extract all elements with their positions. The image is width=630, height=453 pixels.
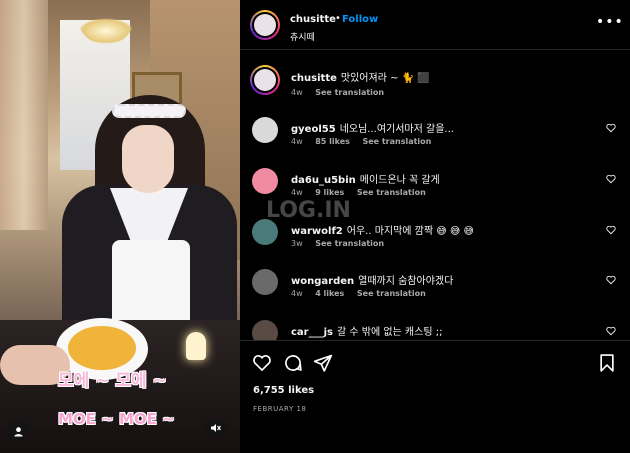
post-media[interactable]: 모에 ~ 모에 ~ MOE ~ MOE ~: [0, 0, 240, 453]
caption-time: 4w: [291, 88, 303, 97]
author-username[interactable]: chusitte: [290, 14, 336, 25]
watermark-logo: LOG.IN: [266, 198, 351, 223]
video-caption-english: MOE ~ MOE ~: [58, 410, 175, 428]
author-avatar[interactable]: [250, 10, 280, 40]
comment-text: 갈 수 밖에 없는 캐스팅 ;;: [337, 327, 443, 338]
follow-button[interactable]: Follow: [342, 14, 378, 25]
comment-icon[interactable]: [283, 353, 303, 373]
comment-username[interactable]: gyeol55: [291, 124, 336, 135]
heart-icon[interactable]: [252, 353, 272, 373]
comment-text: 열때까지 숨참아야겠다: [358, 276, 454, 287]
comment-username[interactable]: wongarden: [291, 276, 354, 287]
user-icon: [13, 426, 23, 437]
speaker-muted-icon: [211, 424, 221, 432]
video-caption-korean: 모에 ~ 모에 ~: [58, 371, 167, 391]
commenter-avatar[interactable]: [252, 117, 278, 143]
comment-username[interactable]: car___js: [291, 327, 333, 338]
heart-icon[interactable]: [606, 326, 616, 336]
comment-username[interactable]: da6u_u5bin: [291, 175, 356, 186]
comment-time: 4w: [291, 137, 303, 146]
share-icon[interactable]: [313, 353, 333, 373]
more-options-icon[interactable]: •••: [596, 14, 624, 30]
comment-time: 3w: [291, 239, 303, 248]
post-details-panel: chusitte • Follow 츄시떼 ••• chusitte 맛있어져라 …: [240, 0, 630, 453]
caption-see-translation[interactable]: See translation: [315, 88, 384, 97]
maid-headband: [112, 104, 186, 118]
comment-likes[interactable]: 4 likes: [315, 289, 344, 298]
separator-dot: •: [335, 13, 341, 24]
omelet: [68, 326, 136, 370]
comment-see-translation[interactable]: See translation: [362, 137, 431, 146]
comment-time: 4w: [291, 188, 303, 197]
comments-list[interactable]: chusitte 맛있어져라 ~ 🐈 ⬛ 4w See translation g…: [240, 52, 630, 340]
curtain: [0, 0, 48, 230]
mute-button[interactable]: [205, 417, 227, 439]
comment-likes[interactable]: 85 likes: [315, 137, 350, 146]
commenter-avatar[interactable]: [252, 168, 278, 194]
caption-text: 맛있어져라 ~ 🐈 ⬛: [340, 73, 430, 84]
comment-see-translation[interactable]: See translation: [357, 188, 426, 197]
caption-author-avatar[interactable]: [250, 65, 280, 95]
tagged-users-button[interactable]: [7, 420, 29, 442]
comment-text: 네오님...여기서마저 갈을...: [339, 124, 454, 135]
caption-username[interactable]: chusitte: [291, 73, 337, 84]
heart-icon[interactable]: [606, 275, 616, 285]
author-subtitle: 츄시떼: [290, 33, 315, 43]
comment-text: 어우.. 마지막에 깜짝 😅 😅 😅: [346, 226, 474, 237]
heart-icon[interactable]: [606, 225, 616, 235]
comment-username[interactable]: warwolf2: [291, 226, 343, 237]
comment-likes[interactable]: 9 likes: [315, 188, 344, 197]
person-face: [122, 125, 174, 193]
bookmark-icon[interactable]: [597, 353, 617, 373]
heart-icon[interactable]: [606, 123, 616, 133]
comment-time: 4w: [291, 289, 303, 298]
comment-see-translation[interactable]: See translation: [357, 289, 426, 298]
comment-see-translation[interactable]: See translation: [315, 239, 384, 248]
comment-text: 메이드온나 꼭 갈게: [359, 175, 440, 186]
post-actions: 6,755 likes FEBRUARY 18: [240, 340, 630, 453]
commenter-avatar[interactable]: [252, 269, 278, 295]
table-lamp: [186, 332, 206, 360]
like-count[interactable]: 6,755 likes: [253, 385, 314, 396]
heart-icon[interactable]: [606, 174, 616, 184]
post-header: chusitte • Follow 츄시떼 •••: [240, 0, 630, 50]
commenter-avatar[interactable]: [252, 320, 278, 340]
post-date: FEBRUARY 18: [253, 405, 307, 413]
